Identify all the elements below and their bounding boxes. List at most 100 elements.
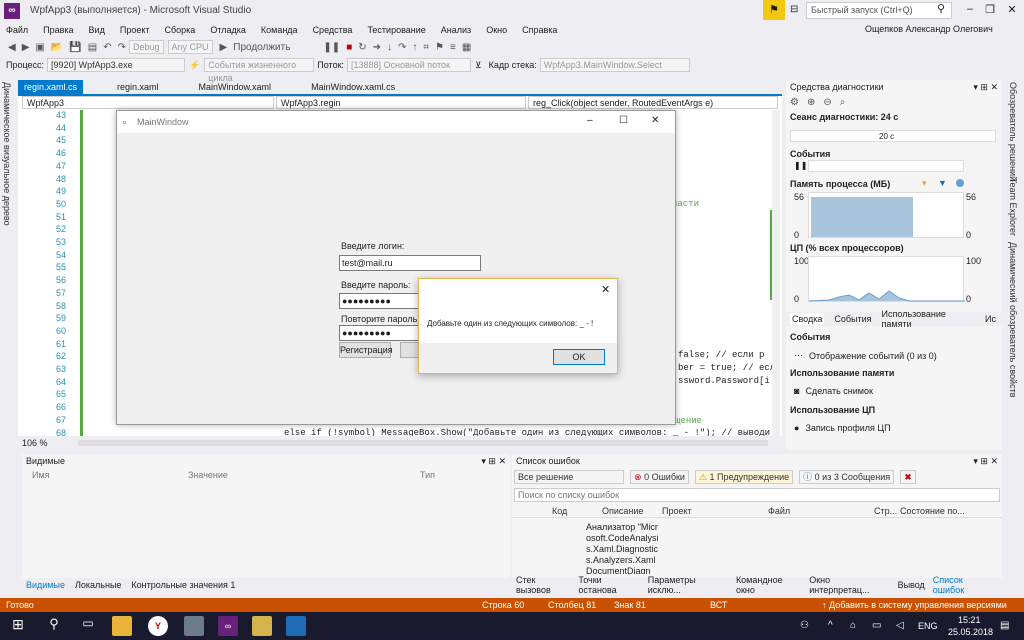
quick-launch-input[interactable]: Быстрый запуск (Ctrl+Q) <box>806 2 952 19</box>
save-icon[interactable]: 💾 <box>69 42 81 53</box>
layout-icon[interactable]: ▦ <box>462 42 471 53</box>
feedback-flag-icon[interactable]: ⚑ <box>763 0 785 20</box>
app-close-button[interactable]: ✕ <box>651 115 659 126</box>
continue-label[interactable]: Продолжить <box>233 42 290 53</box>
build-filter-icon[interactable]: ✖ <box>900 470 916 484</box>
column-header[interactable]: Файл <box>768 506 790 516</box>
new-item-icon[interactable]: ▣ <box>35 42 44 53</box>
menu-item[interactable]: Анализ <box>441 25 471 35</box>
open-icon[interactable]: 📂 <box>51 42 63 53</box>
locals-tab[interactable]: Локальные <box>75 580 121 590</box>
platform-select[interactable]: Any CPU <box>167 40 213 54</box>
wpf-app-icon[interactable] <box>286 616 306 636</box>
diagnostics-tab[interactable]: Ис <box>985 314 996 324</box>
solution-explorer-tab[interactable]: Обозреватель решений <box>1008 82 1018 181</box>
undo-icon[interactable]: ↶ <box>103 42 111 53</box>
step-icon[interactable]: ➜ <box>373 42 381 53</box>
stop-icon[interactable]: ■ <box>346 42 352 53</box>
dialog-close-button[interactable]: ✕ <box>601 283 610 296</box>
output-tab[interactable]: Список ошибок <box>933 575 994 595</box>
app-icon[interactable] <box>184 616 204 636</box>
restart-icon[interactable]: ↻ <box>358 42 366 53</box>
yandex-browser-icon[interactable]: Y <box>148 616 168 636</box>
hex-icon[interactable]: ⌗ <box>423 42 429 53</box>
repeat-password-input[interactable]: ●●●●●●●●● <box>339 325 419 341</box>
battery-icon[interactable]: ▭ <box>872 620 881 631</box>
second-button[interactable] <box>400 342 420 358</box>
locals-tab[interactable]: Контрольные значения 1 <box>131 580 235 590</box>
nav-class-select[interactable]: WpfApp3.regin <box>276 96 526 109</box>
windows-start-icon[interactable]: ⊞ <box>8 616 28 636</box>
dialog-ok-button[interactable]: OK <box>553 349 605 365</box>
editor-tab[interactable]: MainWindow.xaml.cs <box>305 80 401 94</box>
config-select[interactable]: Debug <box>129 40 164 54</box>
task-view-icon[interactable]: ▭ <box>78 616 98 636</box>
add-to-source-control[interactable]: ↑ Добавить в систему управления версиями <box>822 600 1007 610</box>
column-header[interactable]: Описание <box>602 506 643 516</box>
output-tab[interactable]: Точки останова <box>578 575 639 595</box>
visual-studio-icon[interactable]: ∞ <box>218 616 238 636</box>
step-over-icon[interactable]: ↷ <box>398 42 406 53</box>
editor-tab[interactable]: MainWindow.xaml <box>193 80 278 94</box>
diagnostics-tab[interactable]: События <box>834 314 871 324</box>
menu-item[interactable]: Средства <box>313 25 353 35</box>
notifications-icon[interactable]: ▤ <box>1000 620 1009 631</box>
panel-pin-icon[interactable]: ▾ ⊞ ✕ <box>481 456 506 467</box>
menu-item[interactable]: Правка <box>43 25 73 35</box>
file-explorer-icon[interactable] <box>112 616 132 636</box>
menu-item[interactable]: Команда <box>261 25 298 35</box>
menu-item[interactable]: Окно <box>486 25 507 35</box>
column-header[interactable]: Состояние по... <box>900 506 965 516</box>
reset-zoom-icon[interactable]: ⌕ <box>840 97 846 108</box>
output-tab[interactable]: Окно интерпретац... <box>809 575 889 595</box>
continue-icon[interactable]: ▶ <box>220 42 228 53</box>
close-button[interactable]: ✕ <box>1004 3 1020 16</box>
minimize-button[interactable]: – <box>962 3 978 15</box>
output-tab[interactable]: Параметры исклю... <box>648 575 728 595</box>
archive-icon[interactable] <box>252 616 272 636</box>
output-tab[interactable]: Стек вызовов <box>516 575 570 595</box>
lifecycle-select[interactable]: События жизненного цикла <box>204 58 315 83</box>
editor-scrollbar[interactable] <box>772 110 780 436</box>
error-row-description[interactable]: Анализатор "Microsoft.CodeAnalysis.Xaml.… <box>586 522 660 574</box>
pause-icon[interactable]: ❚❚ <box>323 42 340 53</box>
column-header[interactable]: Код <box>552 506 567 516</box>
locals-tab[interactable]: Видимые <box>26 580 65 590</box>
people-icon[interactable]: ⚇ <box>800 620 809 631</box>
error-search-input[interactable]: Поиск по списку ошибок <box>514 488 1000 502</box>
snapshot-item[interactable]: ◙ Сделать снимок <box>794 386 873 396</box>
bookmark-icon[interactable]: ⚑ <box>435 42 444 53</box>
timeline-ruler[interactable]: 20 с <box>790 130 996 142</box>
menu-item[interactable]: Отладка <box>210 25 246 35</box>
nav-project-select[interactable]: WpfApp3 <box>22 96 274 109</box>
output-tab[interactable]: Командное окно <box>736 575 801 595</box>
search-icon[interactable]: ⚲ <box>44 616 64 636</box>
live-visual-tree-tab[interactable]: Динамическое визуальное дерево <box>2 82 12 226</box>
thread-select[interactable]: [13888] Основной поток <box>347 58 472 72</box>
cpu-record-item[interactable]: ● Запись профиля ЦП <box>794 423 891 433</box>
column-header[interactable]: Тип <box>420 470 435 480</box>
tray-expand-icon[interactable]: ^ <box>828 620 833 631</box>
comment-icon[interactable]: ≡ <box>450 42 456 53</box>
diagnostics-tab[interactable]: Использование памяти <box>882 309 975 329</box>
step-into-icon[interactable]: ↓ <box>387 42 392 53</box>
menu-item[interactable]: Проект <box>120 25 150 35</box>
events-item[interactable]: ⋯ Отображение событий (0 из 0) <box>794 350 937 361</box>
password-input[interactable]: ●●●●●●●●● <box>339 293 419 309</box>
clock-date[interactable]: 25.05.2018 <box>948 627 993 637</box>
clock-time[interactable]: 15:21 <box>958 615 981 625</box>
messages-filter-button[interactable]: ⓘ 0 из 3 Сообщения <box>799 470 895 484</box>
panel-pin-icon[interactable]: ▾ ⊞ ✕ <box>973 82 998 93</box>
cpu-chart[interactable] <box>808 256 965 302</box>
zoom-out-icon[interactable]: ⊖ <box>823 97 831 108</box>
output-tab[interactable]: Вывод <box>898 580 925 590</box>
filter-icon[interactable]: ⊻ <box>475 60 482 71</box>
nav-member-select[interactable]: reg_Click(object sender, RoutedEventArgs… <box>528 96 778 109</box>
column-header[interactable]: Имя <box>32 470 50 480</box>
network-icon[interactable]: ⌂ <box>850 620 856 631</box>
forward-icon[interactable]: ▶ <box>22 42 30 53</box>
live-property-explorer-tab[interactable]: Динамический обозреватель свойств <box>1008 242 1018 397</box>
menu-item[interactable]: Тестирование <box>367 25 425 35</box>
scope-select[interactable]: Все решение <box>514 470 624 484</box>
zoom-in-icon[interactable]: ⊕ <box>807 97 815 108</box>
